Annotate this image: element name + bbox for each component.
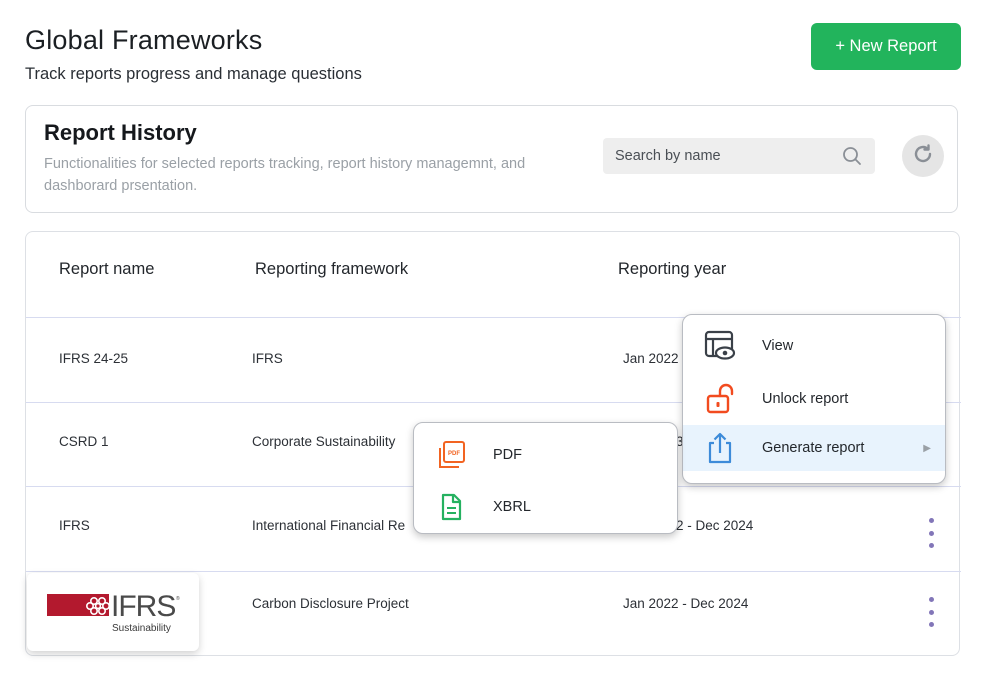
page-title: Global Frameworks (25, 25, 263, 55)
ifrs-sustainability-logo: IFRS ® Sustainability (27, 573, 199, 651)
report-history-description: Functionalities for selected reports tra… (44, 156, 526, 194)
share-export-icon (703, 431, 737, 465)
search-placeholder: Search by name (615, 148, 721, 164)
menu-item-generate-report-label: Generate report (762, 440, 865, 456)
submenu-item-pdf-label: PDF (493, 447, 522, 463)
refresh-button[interactable] (902, 135, 944, 177)
row-context-menu: View Unlock report Generate report ▶ (682, 314, 946, 484)
search-icon[interactable] (841, 145, 863, 167)
column-header-reporting-framework[interactable]: Reporting framework (255, 260, 408, 279)
menu-item-unlock-report-label: Unlock report (762, 391, 849, 407)
unlock-icon (703, 382, 737, 416)
reporting-year-cell: 2 - Dec 2024 (676, 518, 754, 533)
view-report-icon (703, 329, 737, 363)
reporting-year-cell: Jan 2022 (623, 351, 679, 366)
row-actions-kebab-icon[interactable] (926, 597, 936, 627)
reporting-framework-cell: IFRS (252, 351, 283, 366)
menu-item-view[interactable]: View (683, 323, 945, 369)
reporting-framework-cell: Corporate Sustainability (252, 434, 396, 449)
report-history-card: Report History Functionalities for selec… (25, 105, 958, 213)
submenu-item-xbrl[interactable]: XBRL (414, 484, 677, 530)
new-report-button[interactable]: + New Report (811, 23, 961, 70)
row-actions-kebab-icon[interactable] (926, 518, 936, 548)
svg-text:®: ® (176, 595, 180, 602)
search-input[interactable]: Search by name (603, 138, 875, 174)
column-header-report-name[interactable]: Report name (59, 260, 154, 279)
ifrs-logo-icon: IFRS ® Sustainability (47, 590, 180, 634)
pdf-file-icon: PDF (436, 440, 466, 470)
menu-item-unlock-report[interactable]: Unlock report (683, 376, 945, 422)
submenu-item-xbrl-label: XBRL (493, 499, 531, 515)
page-subtitle: Track reports progress and manage questi… (25, 65, 362, 83)
pdf-icon-text: PDF (448, 451, 460, 457)
menu-item-generate-report[interactable]: Generate report ▶ (683, 425, 945, 471)
reporting-year-cell: Jan 2022 - Dec 2024 (623, 596, 749, 611)
report-history-title: Report History (44, 120, 197, 145)
generate-report-submenu: PDF PDF XBRL (413, 422, 678, 534)
svg-text:Sustainability: Sustainability (112, 623, 171, 634)
reporting-framework-cell: International Financial Re (252, 518, 406, 533)
document-icon (436, 492, 466, 522)
refresh-icon (911, 142, 935, 171)
svg-text:IFRS: IFRS (111, 590, 175, 623)
report-name-cell: IFRS (59, 518, 90, 533)
submenu-arrow-icon: ▶ (923, 442, 931, 454)
row-divider (26, 571, 961, 572)
menu-item-view-label: View (762, 338, 794, 354)
report-name-cell: IFRS 24-25 (59, 351, 129, 366)
column-header-reporting-year[interactable]: Reporting year (618, 260, 726, 279)
submenu-item-pdf[interactable]: PDF PDF (414, 432, 677, 478)
reporting-framework-cell: Carbon Disclosure Project (252, 596, 409, 611)
report-name-cell: CSRD 1 (59, 434, 109, 449)
